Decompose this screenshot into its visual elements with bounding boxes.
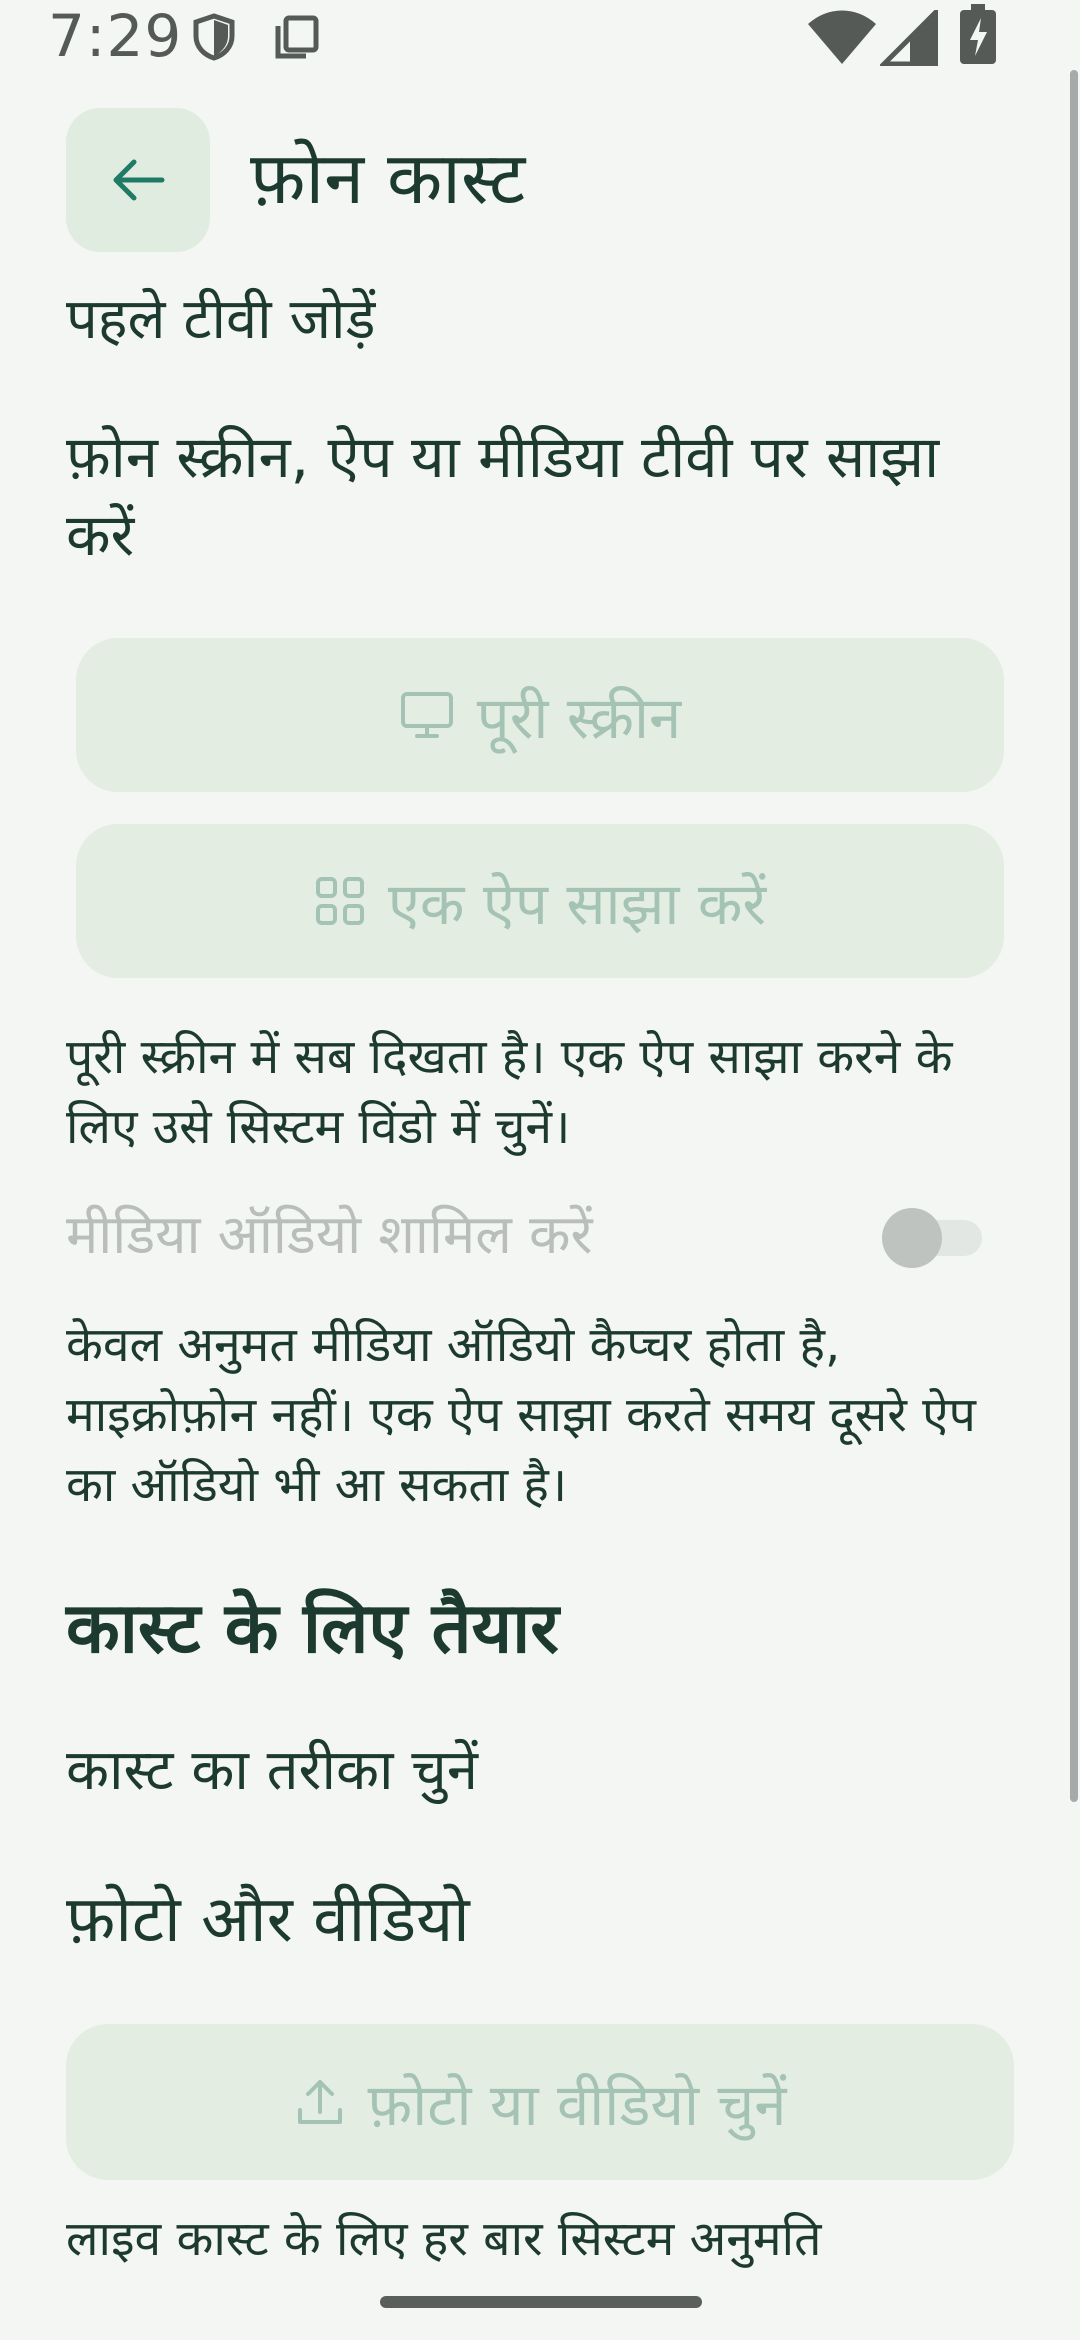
screen-share-help-text: पूरी स्क्रीन में सब दिखता है। एक ऐप साझा…: [66, 1029, 953, 1155]
copy-icon: [275, 15, 319, 59]
audio-help-text: केवल अनुमत मीडिया ऑडियो कैप्चर होता है, …: [66, 1317, 976, 1513]
live-cast-note: लाइव कास्ट के लिए हर बार सिस्टम अनुमति: [66, 2211, 822, 2267]
wifi-icon: [808, 10, 876, 64]
toggle-thumb: [882, 1208, 942, 1268]
ready-heading: कास्ट के लिए तैयार: [66, 1587, 559, 1669]
full-screen-button[interactable]: पूरी स्क्रीन: [76, 638, 1004, 792]
phone-cast-screen: 7:29 फ़ोन कास्ट पहले टीवी जोड़ें फ़ोन स्…: [0, 0, 1080, 2340]
pick-photo-video-button[interactable]: फ़ोटो या वीडियो चुनें: [66, 2024, 1014, 2180]
pick-photo-video-label: फ़ोटो या वीडियो चुनें: [367, 2070, 787, 2139]
share-app-button-label: एक ऐप साझा करें: [387, 869, 767, 938]
signal-icon: [880, 10, 938, 66]
choose-method-text: कास्ट का तरीका चुनें: [66, 1738, 478, 1803]
upload-icon: [297, 2080, 342, 2124]
media-audio-toggle[interactable]: [882, 1208, 982, 1268]
monitor-icon: [400, 692, 453, 738]
arrow-left-icon: [113, 159, 165, 201]
status-bar: 7:29: [0, 0, 1080, 72]
shield-icon: [193, 13, 235, 61]
page-title: फ़ोन कास्ट: [250, 136, 526, 220]
media-audio-label: मीडिया ऑडियो शामिल करें: [66, 1203, 593, 1266]
apps-grid-icon: [315, 877, 364, 925]
back-button[interactable]: [66, 108, 210, 252]
home-indicator[interactable]: [380, 2296, 702, 2308]
battery-charging-icon: [960, 4, 996, 64]
status-time: 7:29: [48, 2, 183, 70]
subtitle: पहले टीवी जोड़ें: [66, 287, 376, 352]
full-screen-button-label: पूरी स्क्रीन: [476, 683, 682, 752]
scrollbar[interactable]: [1070, 70, 1078, 1802]
share-app-button[interactable]: एक ऐप साझा करें: [76, 824, 1004, 978]
section-description: फ़ोन स्क्रीन, ऐप या मीडिया टीवी पर साझा …: [66, 423, 940, 569]
photos-videos-heading: फ़ोटो और वीडियो: [66, 1883, 470, 1957]
